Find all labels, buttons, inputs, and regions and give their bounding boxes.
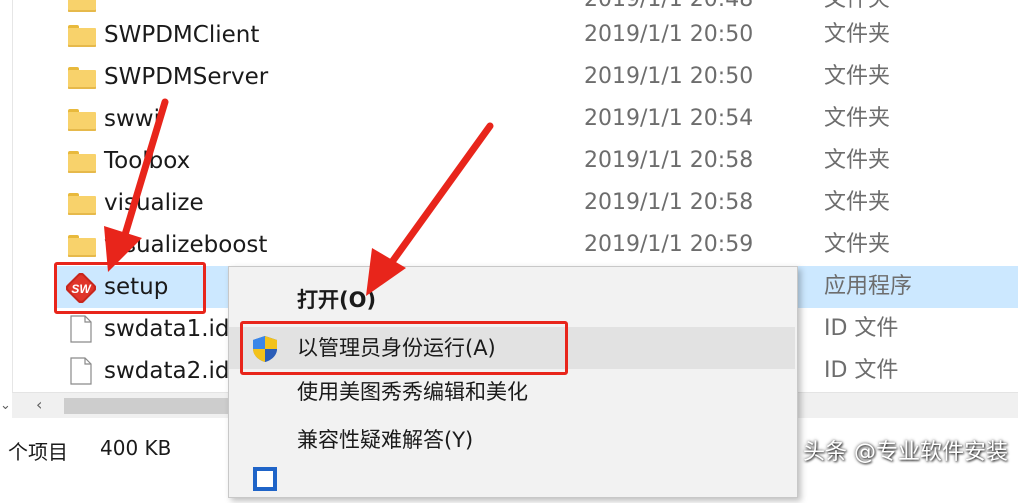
annotation-highlight-run-as-admin [240,321,568,375]
scroll-left-arrow-icon[interactable]: ‹ [36,395,42,414]
context-menu: 打开(O) 以管理员身份运行(A) 使用美图秀秀编辑和美化 兼容性疑难解答(Y) [228,266,798,498]
file-name: Toolbox [104,148,191,174]
selected-size: 400 KB [100,436,172,460]
file-name: SWPDMClient [104,22,260,48]
folder-icon [68,109,96,131]
menu-item-compatibility-troubleshoot[interactable]: 兼容性疑难解答(Y) [229,419,795,461]
file-name: visualize [104,190,204,216]
menu-item-partial[interactable] [229,461,795,503]
file-type: ID 文件 [824,358,899,383]
file-row[interactable]: Toolbox 2019/1/1 20:58 文件夹 [56,140,1018,182]
folder-icon [68,25,96,47]
file-type: 文件夹 [824,106,891,131]
file-row[interactable]: SWPDMServer 2019/1/1 20:50 文件夹 [56,56,1018,98]
menu-item-label: 使用美图秀秀编辑和美化 [297,380,528,404]
menu-item-label: 打开(O) [297,288,377,312]
file-row[interactable]: visualize 2019/1/1 20:58 文件夹 [56,182,1018,224]
folder-icon [68,193,96,215]
watermark: 头条 @专业软件安装 [803,440,1008,465]
chevron-down-icon[interactable]: ⌄ [0,398,11,413]
folder-icon [68,235,96,257]
menu-item-label: 兼容性疑难解答(Y) [297,428,474,452]
file-type: 文件夹 [824,190,891,215]
share-icon [253,467,277,491]
file-row[interactable]: SWPDMClient 2019/1/1 20:50 文件夹 [56,14,1018,56]
file-date: 2019/1/1 20:59 [584,232,754,257]
file-row[interactable]: visualizeboost 2019/1/1 20:59 文件夹 [56,224,1018,266]
menu-item-meitu-edit[interactable]: 使用美图秀秀编辑和美化 [229,371,795,413]
file-name: swwi [104,106,160,132]
file-name: SWPDMServer [104,64,269,90]
file-name: swdata1.id [104,316,230,342]
folder-icon [68,0,96,12]
file-name: visualizeboost [104,232,268,258]
file-date: 2019/1/1 20:58 [584,148,754,173]
file-date: 2019/1/1 20:58 [584,190,754,215]
folder-icon [68,67,96,89]
item-count: 个项目 [8,440,68,464]
scrollbar-thumb[interactable] [64,398,234,414]
file-type: 文件夹 [824,22,891,47]
file-row[interactable]: swwi 2019/1/1 20:54 文件夹 [56,98,1018,140]
menu-item-open[interactable]: 打开(O) [229,279,795,321]
file-date: 2019/1/1 20:54 [584,106,754,131]
document-icon [70,315,92,343]
file-date: 2019/1/1 20:50 [584,64,754,89]
file-date: 2019/1/1 20:50 [584,22,754,47]
file-type: 文件夹 [824,232,891,257]
file-name: swdata2.id [104,358,230,384]
annotation-highlight-setup [54,262,206,314]
file-type: 文件夹 [824,64,891,89]
document-icon [70,357,92,385]
file-type: 文件夹 [824,148,891,173]
folder-icon [68,151,96,173]
file-type: 应用程序 [824,274,913,299]
file-type: ID 文件 [824,316,899,341]
